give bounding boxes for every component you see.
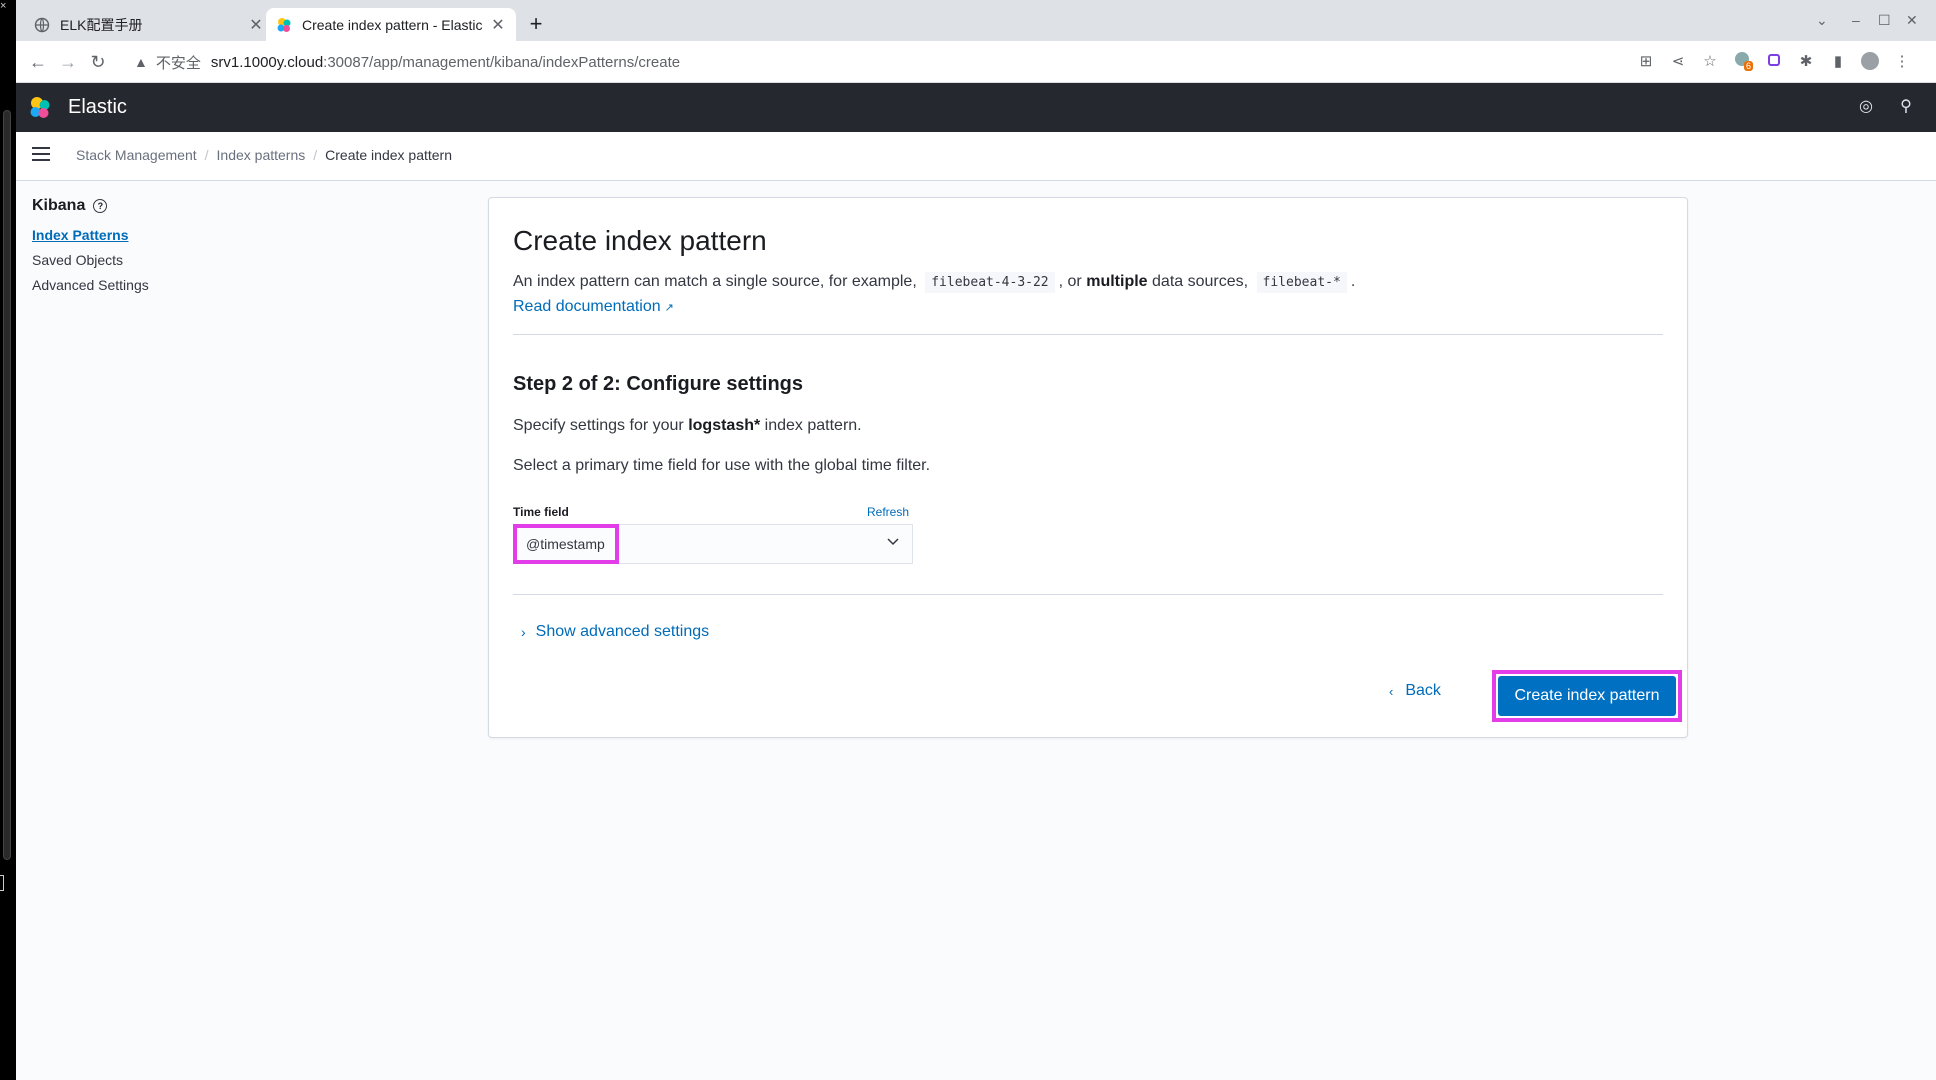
divider (513, 594, 1663, 595)
translate-icon[interactable]: ⊞ (1636, 52, 1656, 72)
breadcrumb-index-patterns[interactable]: Index patterns (217, 147, 306, 163)
tab-title: Create index pattern - Elastic (302, 16, 483, 33)
time-field-label: Time field (513, 505, 569, 519)
security-label: 不安全 (155, 54, 201, 72)
sidebar-title: Kibana ? (32, 197, 332, 215)
tab-create-index-pattern[interactable]: Create index pattern - Elastic ✕ (266, 8, 516, 41)
elastic-logo-icon[interactable] (28, 96, 52, 120)
divider (513, 334, 1663, 335)
tab-bar: ELK配置手册 ✕ Create index pattern - Elastic… (16, 0, 1936, 41)
specify-text: Specify settings for your (513, 417, 684, 434)
page-body: Kibana ? Index Patterns Saved Objects Ad… (16, 181, 1936, 1080)
read-documentation-link[interactable]: Read documentation ↗ (513, 298, 674, 316)
extension-badge-icon[interactable]: 6 (1732, 52, 1754, 72)
doc-link-text: Read documentation (513, 298, 661, 315)
highlight-box (513, 524, 619, 564)
description-text: . (1350, 273, 1356, 290)
menu-hamburger-icon[interactable] (32, 147, 50, 163)
desktop-edge: × (0, 0, 16, 1080)
desktop-edge-tab (0, 875, 4, 891)
puzzle-extensions-icon[interactable]: ✱ (1796, 52, 1816, 72)
new-tab-button[interactable]: + (522, 11, 550, 39)
show-advanced-settings-toggle[interactable]: › Show advanced settings (521, 623, 709, 641)
share-icon[interactable]: ⋖ (1668, 52, 1688, 72)
tab-close-icon[interactable]: ✕ (248, 15, 264, 35)
tab-close-icon[interactable]: ✕ (490, 15, 506, 35)
extension-badge-count: 6 (1744, 61, 1754, 71)
chevron-down-icon (887, 538, 899, 546)
reload-icon[interactable]: ↻ (86, 50, 110, 74)
user-menu-icon[interactable]: ⚲ (1896, 97, 1916, 117)
profile-avatar-icon[interactable] (1860, 52, 1880, 72)
chevron-right-icon: › (521, 624, 526, 640)
browser-window: ELK配置手册 ✕ Create index pattern - Elastic… (16, 0, 1936, 1080)
description-bold: multiple (1086, 273, 1148, 290)
create-index-pattern-button[interactable]: Create index pattern (1498, 676, 1676, 716)
sidebar-title-text: Kibana (32, 197, 86, 214)
extension-purple-icon[interactable] (1764, 52, 1784, 72)
breadcrumb-separator: / (204, 147, 209, 163)
example-multiple-sources: filebeat-* (1256, 272, 1347, 293)
sidebar-item-saved-objects[interactable]: Saved Objects (32, 252, 332, 268)
example-single-source: filebeat-4-3-22 (925, 272, 1055, 293)
advanced-settings-label: Show advanced settings (535, 623, 710, 640)
description-text: data sources, (1152, 273, 1249, 290)
sidebar-item-index-patterns[interactable]: Index Patterns (32, 227, 332, 243)
description-text: , or (1058, 273, 1082, 290)
tab-search-icon[interactable]: ⌄ (1816, 12, 1828, 29)
highlight-box: Create index pattern (1492, 670, 1682, 722)
browser-menu-icon[interactable]: ⋮ (1892, 52, 1912, 72)
back-button[interactable]: ‹ Back (1389, 682, 1441, 700)
globe-icon (34, 17, 50, 32)
maximize-icon[interactable]: ☐ (1878, 12, 1891, 29)
help-lifebuoy-icon[interactable]: ◎ (1856, 97, 1876, 117)
refresh-link[interactable]: Refresh (867, 505, 909, 519)
description: An index pattern can match a single sour… (513, 272, 1356, 293)
help-question-icon[interactable]: ? (93, 199, 108, 213)
desktop-scrollbar[interactable] (3, 110, 11, 860)
warning-icon: ▲ (134, 54, 148, 70)
back-label: Back (1405, 682, 1441, 699)
description-text: An index pattern can match a single sour… (513, 273, 917, 290)
url-path: :30087/app/management/kibana/indexPatter… (323, 53, 681, 71)
specify-settings-text: Specify settings for your logstash* inde… (513, 417, 862, 435)
address-bar[interactable]: ▲ 不安全 srv1.1000y.cloud:30087/app/managem… (134, 45, 1634, 79)
forward-arrow-icon[interactable]: → (56, 50, 80, 74)
breadcrumb: Stack Management / Index patterns / Crea… (76, 147, 452, 163)
close-window-icon[interactable]: ✕ (1906, 12, 1918, 29)
url-host: srv1.1000y.cloud (210, 53, 324, 71)
external-link-icon: ↗ (664, 302, 674, 314)
elastic-favicon-icon (277, 17, 291, 32)
screen: × ELK配置手册 ✕ Create index pattern - Elast… (0, 0, 1936, 1080)
brand-name[interactable]: Elastic (68, 96, 127, 119)
breadcrumb-current: Create index pattern (325, 147, 452, 163)
bookmark-star-icon[interactable]: ☆ (1700, 52, 1720, 72)
sidebar: Kibana ? Index Patterns Saved Objects Ad… (32, 197, 332, 293)
breadcrumb-separator: / (313, 147, 318, 163)
browser-toolbar: ← → ↻ ▲ 不安全 srv1.1000y.cloud:30087/app/m… (16, 41, 1936, 83)
index-pattern-name: logstash* (688, 417, 761, 434)
specify-text: index pattern. (764, 417, 862, 434)
sidebar-item-advanced-settings[interactable]: Advanced Settings (32, 277, 332, 293)
page-title: Create index pattern (513, 225, 767, 256)
chevron-left-icon: ‹ (1389, 683, 1394, 699)
breadcrumb-bar: Stack Management / Index patterns / Crea… (16, 132, 1936, 181)
tab-title: ELK配置手册 (60, 16, 143, 33)
step-title: Step 2 of 2: Configure settings (513, 373, 804, 395)
time-field-instructions: Select a primary time field for use with… (513, 457, 931, 474)
side-panel-icon[interactable]: ▮ (1828, 52, 1848, 72)
create-index-pattern-panel: Create index pattern An index pattern ca… (488, 197, 1688, 738)
desktop-edge-marker: × (0, 0, 7, 12)
tab-elk-manual[interactable]: ELK配置手册 ✕ (24, 8, 274, 41)
minimize-icon[interactable]: – (1852, 12, 1860, 28)
breadcrumb-stack-management[interactable]: Stack Management (76, 147, 197, 163)
back-arrow-icon[interactable]: ← (26, 50, 50, 74)
kibana-header: Elastic ◎ ⚲ (16, 83, 1936, 132)
time-field-select[interactable]: @timestamp (513, 524, 913, 564)
